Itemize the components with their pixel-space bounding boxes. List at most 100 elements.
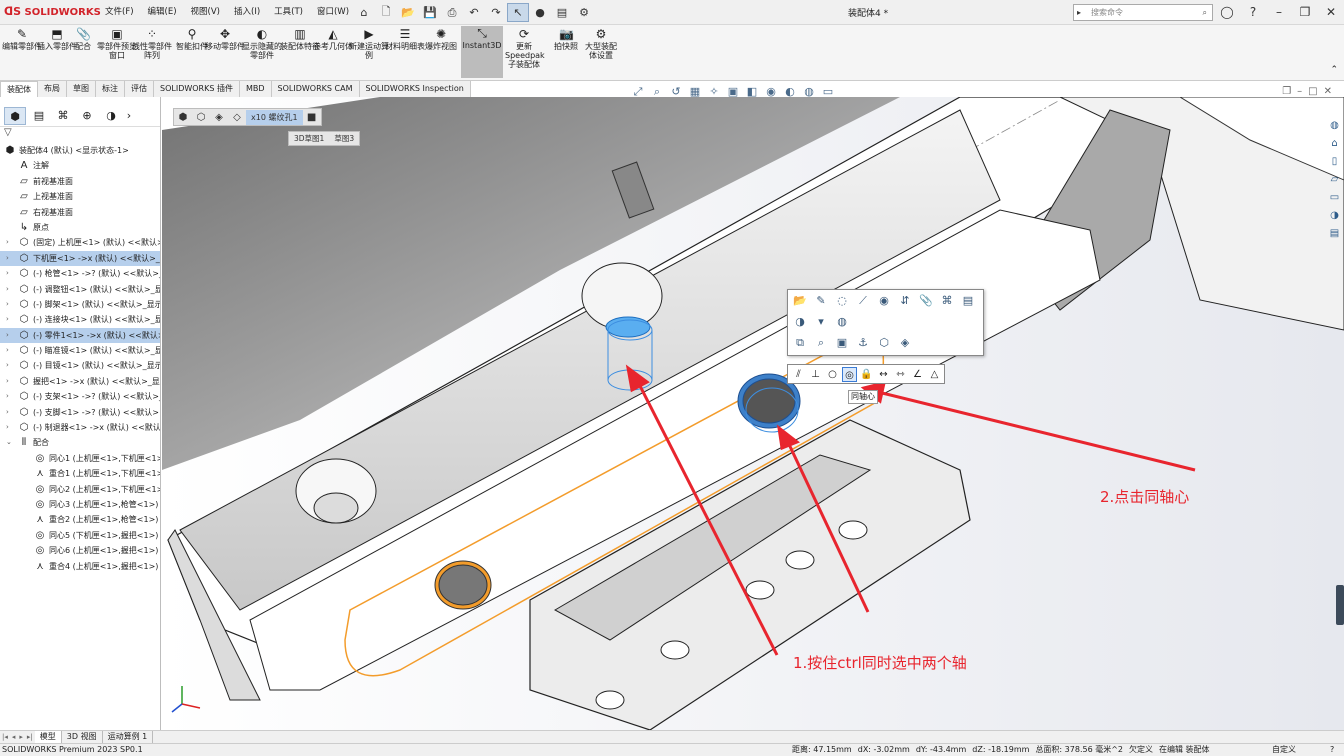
exploded-view-button[interactable]: ✺ 爆炸视图 — [421, 27, 461, 51]
restore-icon[interactable]: ❐ — [1292, 3, 1318, 21]
appearances-icon[interactable]: ◑ — [1327, 208, 1342, 223]
symmetric-mate-icon[interactable]: △ — [927, 367, 942, 382]
help-icon[interactable]: ? — [1240, 3, 1266, 21]
tree-item[interactable]: ◎ 同心6 (上机匣<1>,握把<1>) — [0, 543, 160, 558]
tree-item[interactable]: ◎ 同心5 (下机匣<1>,握把<1>) — [0, 528, 160, 543]
tree-item[interactable]: ⋏ 重合2 (上机匣<1>,枪管<1>) — [0, 512, 160, 527]
configuration-tab-icon[interactable]: ⌘ — [52, 107, 74, 125]
reference-geometry-button[interactable]: ◭ 参考几何体 — [313, 27, 353, 51]
tree-item[interactable]: › ⬡ (-) 调整钮<1> (默认) <<默认>_显 — [0, 282, 160, 297]
properties-icon[interactable]: ▤ — [960, 293, 976, 309]
tree-expand-icon[interactable]: › — [6, 374, 9, 389]
large-assembly-button[interactable]: ⚙ 大型装配体设置 — [582, 27, 620, 60]
menu-window[interactable]: 窗口(W) — [310, 0, 356, 25]
part-breadcrumb-icon[interactable]: ⬡ — [192, 112, 210, 123]
scene-icon[interactable]: ◍ — [801, 85, 817, 99]
section-view-icon[interactable]: ▦ — [687, 85, 703, 99]
tree-expand-icon[interactable]: › — [6, 282, 9, 297]
tab-markup[interactable]: 标注 — [96, 81, 125, 97]
section-icon[interactable]: ▣ — [834, 335, 850, 351]
options-gear-icon[interactable]: ⚙ — [573, 3, 595, 22]
perpendicular-mate-icon[interactable]: ⊥ — [808, 367, 823, 382]
show-hidden-button[interactable]: ◐ 显示隐藏的零部件 — [242, 27, 282, 60]
folder-icon[interactable]: ▭ — [1327, 190, 1342, 205]
hide-components-icon[interactable]: ◌ — [834, 293, 850, 309]
concentric-mate-icon[interactable]: ◎ — [842, 366, 857, 382]
tree-item[interactable]: ▱ 上视基准面 — [0, 189, 160, 204]
tree-item[interactable]: › ⬡ (固定) 上机匣<1> (默认) <<默认> — [0, 235, 160, 250]
distance-mate-icon[interactable]: ↔ — [876, 367, 891, 382]
tree-item[interactable]: › ⬡ (-) 瞄准镜<1> (默认) <<默认>_显 — [0, 343, 160, 358]
user-icon[interactable]: ◯ — [1214, 3, 1240, 21]
tree-item[interactable]: › ⬡ (-) 零件1<1> ->x (默认) <<默认> — [0, 327, 160, 344]
menu-insert[interactable]: 插入(I) — [227, 0, 267, 25]
edit-part-icon[interactable]: ✎ — [813, 293, 829, 309]
tree-expand-icon[interactable]: › — [6, 420, 9, 435]
breadcrumb-sub-3d-sketch[interactable]: 3D草图1 — [289, 133, 329, 144]
property-manager-tab-icon[interactable]: ▤ — [28, 107, 50, 125]
tree-item[interactable]: › ⬡ (-) 制退器<1> ->x (默认) <<默认 — [0, 420, 160, 435]
tree-item[interactable]: › ⬡ 握把<1> ->x (默认) <<默认>_显示 — [0, 374, 160, 389]
file-explorer-icon[interactable]: ▯ — [1327, 154, 1342, 169]
select-cursor-icon[interactable]: ↖ — [507, 3, 529, 22]
tab-inspection[interactable]: SOLIDWORKS Inspection — [360, 81, 471, 97]
tree-item[interactable]: ↳ 原点 — [0, 220, 160, 235]
open-file-icon[interactable]: 📂 — [397, 3, 419, 22]
collapse-ribbon-icon[interactable]: ⌃ — [1330, 65, 1338, 75]
status-unit-system[interactable]: 自定义 — [1272, 744, 1296, 756]
angle-mate-icon[interactable]: ∠ — [910, 367, 925, 382]
body-breadcrumb-icon[interactable]: ◈ — [210, 112, 228, 123]
menu-edit[interactable]: 编辑(E) — [141, 0, 184, 25]
custom-properties-icon[interactable]: ▤ — [1327, 226, 1342, 241]
tree-item[interactable]: ⌄ ⫴ 配合 — [0, 435, 160, 450]
mate-button[interactable]: 📎 配合 — [68, 27, 98, 51]
view-palette-icon[interactable]: ▱ — [1327, 172, 1342, 187]
tree-item[interactable]: ⋏ 重合4 (上机匣<1>,握把<1>) — [0, 559, 160, 574]
search-icon[interactable]: ⌕ — [1203, 5, 1207, 20]
show-icon[interactable]: ◉ — [876, 293, 892, 309]
new-file-icon[interactable]: 🗋 — [375, 3, 397, 22]
feature-tree-tab-icon[interactable]: ⬢ — [4, 106, 26, 125]
face-breadcrumb-icon[interactable]: ◇ — [228, 112, 246, 123]
tree-expand-icon[interactable]: › — [6, 312, 9, 327]
tree-item[interactable]: › ⬡ (-) 枪管<1> ->? (默认) <<默认>_ — [0, 266, 160, 281]
prev-tab-icon[interactable]: ◂ — [10, 733, 18, 741]
viewport-restore-icon[interactable]: ❐ — [1282, 86, 1291, 97]
parallel-mate-icon[interactable]: ⫽ — [791, 367, 806, 382]
update-speedpak-button[interactable]: ⟳ 更新Speedpak子装配体 — [505, 27, 545, 69]
tree-expand-icon[interactable]: ⌄ — [6, 435, 12, 450]
close-icon[interactable]: ✕ — [1318, 3, 1344, 21]
tab-sketch[interactable]: 草图 — [67, 81, 96, 97]
viewport-maximize-icon[interactable]: □ — [1308, 86, 1317, 97]
width-mate-icon[interactable]: ⇿ — [893, 367, 908, 382]
tab-addins[interactable]: SOLIDWORKS 插件 — [154, 81, 240, 97]
first-tab-icon[interactable]: |◂ — [0, 733, 10, 741]
menu-tools[interactable]: 工具(T) — [267, 0, 310, 25]
file-properties-icon[interactable]: ▤ — [551, 3, 573, 22]
edit-appearance-icon[interactable]: ◐ — [782, 85, 798, 99]
normal-to-icon[interactable]: ⧉ — [792, 335, 808, 351]
isolate-icon[interactable]: ⟋ — [855, 293, 871, 309]
tab-layout[interactable]: 布局 — [38, 81, 67, 97]
tree-item[interactable]: › ⬡ (-) 支架<1> ->? (默认) <<默认>_显 — [0, 389, 160, 404]
side-panel-handle[interactable] — [1336, 585, 1344, 625]
linear-pattern-button[interactable]: ⁘ 线性零部件阵列 — [132, 27, 172, 60]
assembly-breadcrumb-icon[interactable]: ⬢ — [174, 112, 192, 123]
tree-item[interactable]: ▱ 右视基准面 — [0, 205, 160, 220]
tree-expand-icon[interactable]: › — [6, 389, 9, 404]
tree-expand-icon[interactable]: › — [6, 266, 9, 281]
tree-item[interactable]: ◎ 同心2 (上机匣<1>,下机匣<1>) — [0, 482, 160, 497]
zoom-to-selection-icon[interactable]: ⌕ — [813, 335, 829, 351]
tab-motion-study[interactable]: 运动算例 1 — [103, 731, 154, 743]
last-tab-icon[interactable]: ▸| — [25, 733, 35, 741]
tab-3d-view[interactable]: 3D 视图 — [62, 731, 103, 743]
lock-mate-icon[interactable]: 🔒 — [859, 367, 874, 382]
tabs-scroll-icon[interactable]: › — [124, 107, 134, 125]
tab-mbd[interactable]: MBD — [240, 81, 272, 97]
tree-item[interactable]: ◎ 同心3 (上机匣<1>,枪管<1>) — [0, 497, 160, 512]
zoom-fit-icon[interactable]: ⤢ — [630, 85, 646, 99]
box-icon[interactable]: ⬡ — [876, 335, 892, 351]
filter-icon[interactable]: ▽ — [0, 127, 160, 143]
solidworks-resources-icon[interactable]: ◍ — [1327, 118, 1342, 133]
undo-icon[interactable]: ↶ — [463, 3, 485, 22]
